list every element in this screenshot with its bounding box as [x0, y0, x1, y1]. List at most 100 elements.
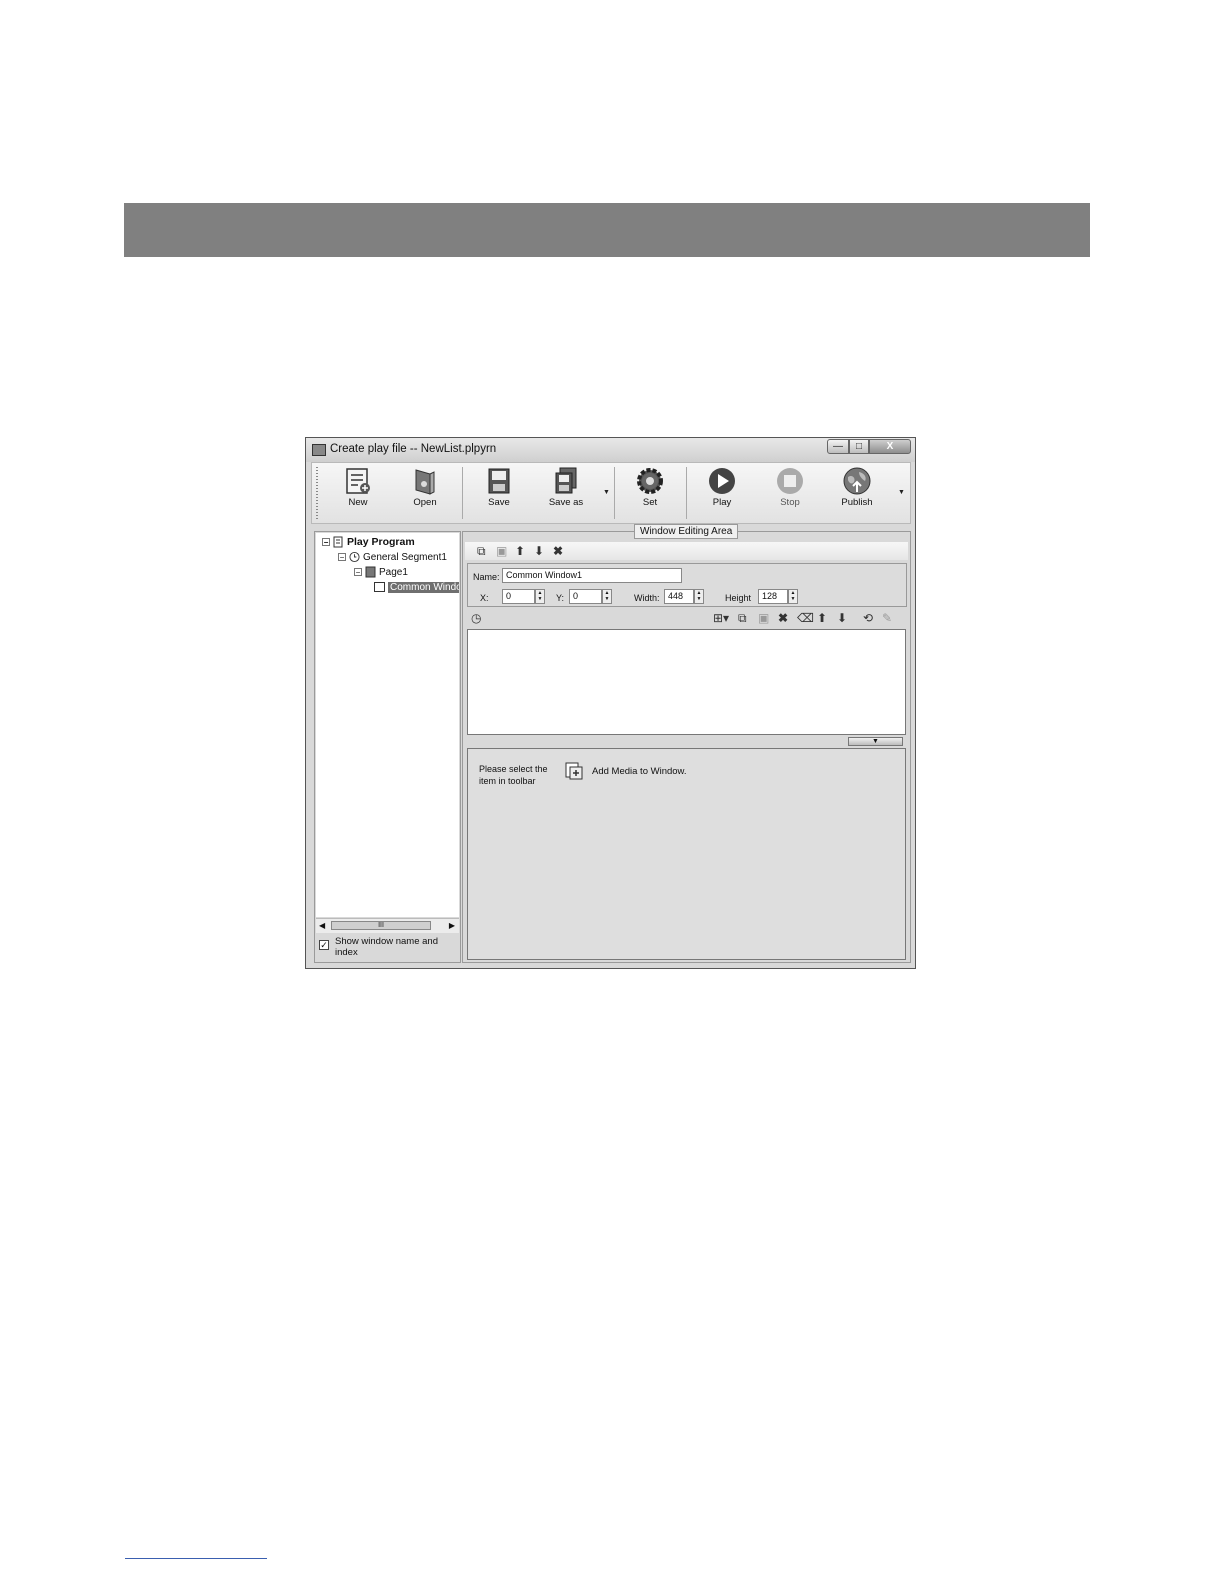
page-icon: [365, 566, 376, 578]
create-play-file-window: Create play file -- NewList.plpyrn — □ X…: [305, 437, 916, 969]
tree-node-general-segment[interactable]: − General Segment1: [338, 551, 447, 563]
tree-horizontal-scrollbar[interactable]: ◀ III ▶: [316, 918, 459, 933]
toolbar-hint-text: Please select the item in toolbar: [479, 764, 548, 786]
publish-button[interactable]: Publish: [829, 466, 885, 516]
program-tree: − Play Program − General Segment1 − Page…: [316, 533, 459, 917]
paste-icon[interactable]: ▣: [496, 545, 507, 557]
clear-icon[interactable]: ⌫: [797, 612, 814, 624]
publish-dropdown[interactable]: ▼: [898, 489, 905, 496]
width-label: Width:: [634, 593, 660, 603]
collapse-icon[interactable]: −: [338, 553, 346, 562]
scroll-thumb[interactable]: III: [331, 921, 431, 930]
name-field[interactable]: Common Window1: [502, 568, 682, 583]
show-window-name-label: Show window name and index: [335, 936, 438, 958]
window-properties: Name: Common Window1 X: 0 ▲ ▼ Y: 0 ▲ ▼ Wid…: [467, 563, 907, 607]
maximize-button[interactable]: □: [849, 439, 869, 454]
window-toolbar: ⧉ ▣ ⬆ ⬇ ✖: [465, 542, 908, 560]
height-label: Height: [725, 593, 752, 603]
tree-node-play-program[interactable]: − Play Program: [322, 536, 415, 548]
open-folder-icon: [415, 469, 435, 495]
add-media-label: Add Media to Window.: [592, 765, 687, 777]
minimize-button[interactable]: —: [827, 439, 849, 454]
tree-node-common-window[interactable]: Common Windo: [374, 581, 459, 593]
x-field[interactable]: 0: [502, 589, 535, 604]
save-as-icon: [555, 467, 577, 494]
stop-label: Stop: [780, 497, 800, 508]
caption-buttons: — □ X: [827, 439, 911, 455]
copy-icon[interactable]: ⧉: [477, 545, 486, 557]
save-as-label: Save as: [548, 497, 584, 508]
copy-media-icon[interactable]: ⧉: [738, 612, 747, 624]
name-label: Name:: [473, 572, 500, 582]
open-label: Open: [413, 497, 437, 508]
add-media-icon: [565, 762, 583, 780]
tree-node-label: Play Program: [347, 536, 415, 548]
x-spinner[interactable]: ▲ ▼: [535, 589, 545, 604]
play-label: Play: [712, 497, 732, 508]
play-icon: [709, 468, 735, 494]
show-window-name-checkbox[interactable]: ✓: [319, 940, 329, 950]
save-as-dropdown[interactable]: ▼: [603, 489, 610, 496]
media-toolbar: ◷ ⊞▾ ⧉ ▣ ✖ ⌫ ⬆ ⬇ ⟲ ✎: [465, 610, 908, 628]
add-media-dropdown-icon[interactable]: ⊞▾: [713, 612, 729, 624]
x-label: X:: [480, 593, 489, 603]
toolbar-separator: [686, 467, 687, 519]
media-list[interactable]: [467, 629, 906, 735]
width-spinner[interactable]: ▲ ▼: [694, 589, 704, 604]
height-spinner[interactable]: ▲ ▼: [788, 589, 798, 604]
collapse-icon[interactable]: −: [354, 568, 362, 577]
expand-panel-button[interactable]: ▼: [848, 737, 903, 746]
play-button[interactable]: Play: [694, 466, 750, 516]
tree-node-label: Page1: [379, 566, 408, 578]
footnote-rule: [125, 1558, 267, 1559]
save-icon: [488, 468, 510, 494]
y-label: Y:: [556, 593, 565, 603]
y-field[interactable]: 0: [569, 589, 602, 604]
move-up-icon[interactable]: ⬆: [817, 612, 827, 624]
toolbar-grip[interactable]: [316, 467, 318, 519]
refresh-icon[interactable]: ⟲: [863, 612, 873, 624]
set-label: Set: [642, 497, 658, 508]
tree-node-label: General Segment1: [363, 551, 447, 563]
delete-media-icon[interactable]: ✖: [778, 612, 788, 624]
paste-media-icon[interactable]: ▣: [758, 612, 769, 624]
stop-button[interactable]: Stop: [762, 466, 818, 516]
width-field[interactable]: 448: [664, 589, 694, 604]
main-toolbar: New Open Save Save as ▼ Set Play Stop Pu…: [311, 462, 911, 524]
media-properties-panel: Please select the item in toolbar Add Me…: [467, 748, 906, 960]
header-banner: [124, 203, 1090, 257]
tree-node-page[interactable]: − Page1: [354, 566, 408, 578]
set-button[interactable]: Set: [622, 466, 678, 516]
save-button[interactable]: Save: [471, 466, 527, 516]
scroll-right-icon[interactable]: ▶: [449, 921, 455, 930]
gear-icon: [637, 468, 663, 494]
title-bar[interactable]: Create play file -- NewList.plpyrn — □ X: [306, 438, 915, 462]
new-label: New: [348, 497, 368, 508]
move-up-icon[interactable]: ⬆: [515, 545, 525, 557]
edit-media-icon[interactable]: ✎: [882, 612, 892, 624]
toolbar-separator: [462, 467, 463, 519]
window-title: Create play file -- NewList.plpyrn: [330, 443, 497, 455]
scroll-left-icon[interactable]: ◀: [319, 921, 325, 930]
publish-label: Publish: [841, 497, 873, 508]
height-field[interactable]: 128: [758, 589, 788, 604]
program-tree-panel: − Play Program − General Segment1 − Page…: [314, 531, 461, 963]
clock-icon: [349, 551, 360, 563]
new-list-icon: [346, 468, 370, 494]
add-media-link[interactable]: Add Media to Window.: [564, 761, 687, 781]
save-as-button[interactable]: Save as: [538, 466, 594, 516]
move-down-icon[interactable]: ⬇: [534, 545, 544, 557]
tree-node-label: Common Windo: [388, 581, 459, 593]
new-button[interactable]: New: [330, 466, 386, 516]
y-spinner[interactable]: ▲ ▼: [602, 589, 612, 604]
timer-icon[interactable]: ◷: [471, 612, 481, 624]
save-label: Save: [488, 497, 510, 508]
show-window-name-option[interactable]: ✓ Show window name and index: [319, 936, 457, 958]
open-button[interactable]: Open: [397, 466, 453, 516]
delete-icon[interactable]: ✖: [553, 545, 563, 557]
move-down-icon[interactable]: ⬇: [837, 612, 847, 624]
collapse-icon[interactable]: −: [322, 538, 330, 547]
close-button[interactable]: X: [869, 439, 911, 454]
program-icon: [333, 536, 343, 548]
stop-icon: [777, 468, 803, 494]
